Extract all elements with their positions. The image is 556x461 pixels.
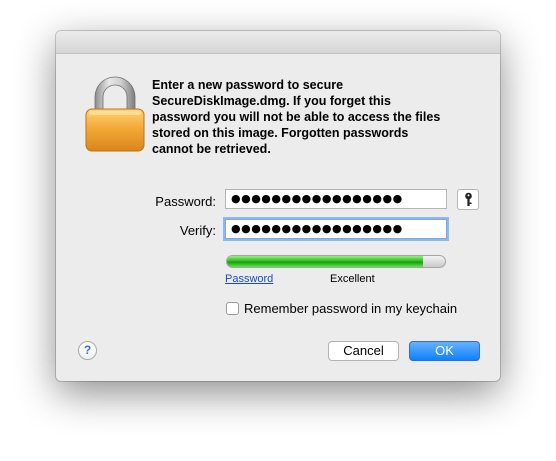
dialog-message: Enter a new password to secure SecureDis… — [152, 78, 441, 156]
strength-meter-fill — [227, 256, 424, 267]
password-dialog: Enter a new password to secure SecureDis… — [56, 31, 500, 381]
strength-quality-label: Excellent — [330, 273, 375, 285]
lock-icon — [85, 76, 145, 152]
remember-keychain-checkbox[interactable] — [226, 302, 239, 315]
help-button[interactable]: ? — [78, 341, 97, 360]
password-strength-meter — [226, 255, 446, 268]
dialog-titlebar — [56, 31, 500, 54]
password-help-link[interactable]: Password — [225, 273, 273, 285]
password-label: Password: — [155, 194, 216, 209]
password-assistant-button[interactable] — [457, 189, 479, 210]
password-field[interactable]: ●●●●●●●●●●●●●●●●● — [225, 189, 447, 209]
verify-field[interactable]: ●●●●●●●●●●●●●●●●● — [225, 219, 447, 239]
key-icon — [465, 192, 472, 206]
cancel-button[interactable]: Cancel — [328, 341, 399, 361]
remember-keychain-label[interactable]: Remember password in my keychain — [244, 301, 457, 316]
verify-label: Verify: — [179, 223, 216, 238]
ok-button[interactable]: OK — [409, 341, 480, 361]
